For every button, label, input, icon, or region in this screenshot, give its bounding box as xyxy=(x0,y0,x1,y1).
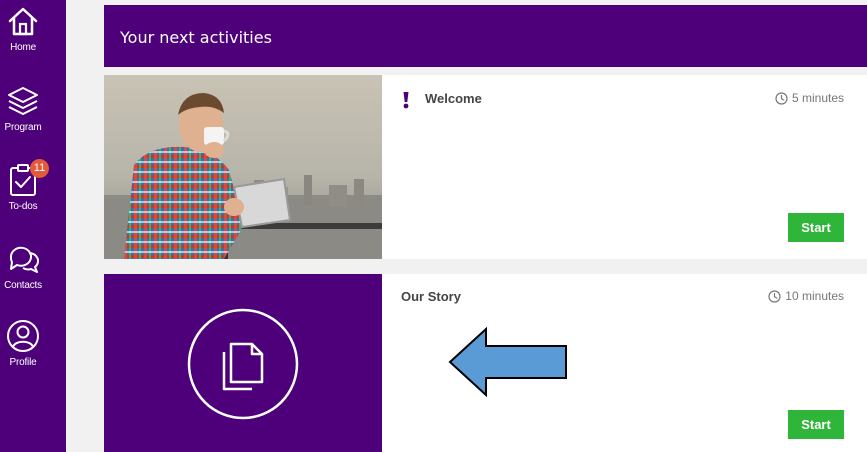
sidebar-item-todos[interactable]: 11 To-dos xyxy=(0,159,49,212)
duration-text: 10 minutes xyxy=(785,289,844,303)
todo-count-badge: 11 xyxy=(30,159,49,178)
clock-icon xyxy=(775,91,788,105)
activity-thumbnail-document xyxy=(104,274,382,452)
activity-title: Welcome xyxy=(425,91,482,106)
sidebar-item-label: To-dos xyxy=(8,201,38,212)
document-copy-icon xyxy=(187,308,299,420)
sidebar-item-program[interactable]: Program xyxy=(0,83,46,133)
sidebar-item-home[interactable]: Home xyxy=(0,5,46,53)
activity-title: Our Story xyxy=(401,289,461,304)
start-button[interactable]: Start xyxy=(788,410,844,439)
page-title: Your next activities xyxy=(120,28,272,47)
start-button[interactable]: Start xyxy=(788,213,844,242)
sidebar-item-contacts[interactable]: Contacts xyxy=(0,241,46,291)
home-icon xyxy=(8,7,38,36)
sidebar-item-label: Profile xyxy=(9,357,37,368)
activity-card-welcome[interactable]: Welcome 5 minutes Start xyxy=(104,75,867,259)
sidebar-item-profile[interactable]: Profile xyxy=(0,318,46,368)
sidebar-item-label: Program xyxy=(4,122,42,133)
activities-header: Your next activities xyxy=(104,5,867,67)
exclamation-icon xyxy=(403,92,409,109)
left-arrow-annotation-icon xyxy=(448,326,567,398)
user-circle-icon xyxy=(7,320,39,352)
activity-thumbnail-photo xyxy=(104,75,382,259)
duration-text: 5 minutes xyxy=(791,91,844,105)
man-drinking-coffee-photo xyxy=(104,75,382,259)
main-content: Your next activities Welcome 5 minutes S… xyxy=(66,0,867,452)
activity-duration: 10 minutes xyxy=(768,289,844,303)
activity-duration: 5 minutes xyxy=(775,91,844,105)
clock-icon xyxy=(768,289,781,303)
chat-bubbles-icon xyxy=(9,246,40,273)
sidebar: Home Program 11 To-dos Contacts Profile xyxy=(0,0,66,452)
layers-icon xyxy=(8,87,38,115)
sidebar-item-label: Home xyxy=(10,42,36,53)
sidebar-item-label: Contacts xyxy=(4,280,42,291)
